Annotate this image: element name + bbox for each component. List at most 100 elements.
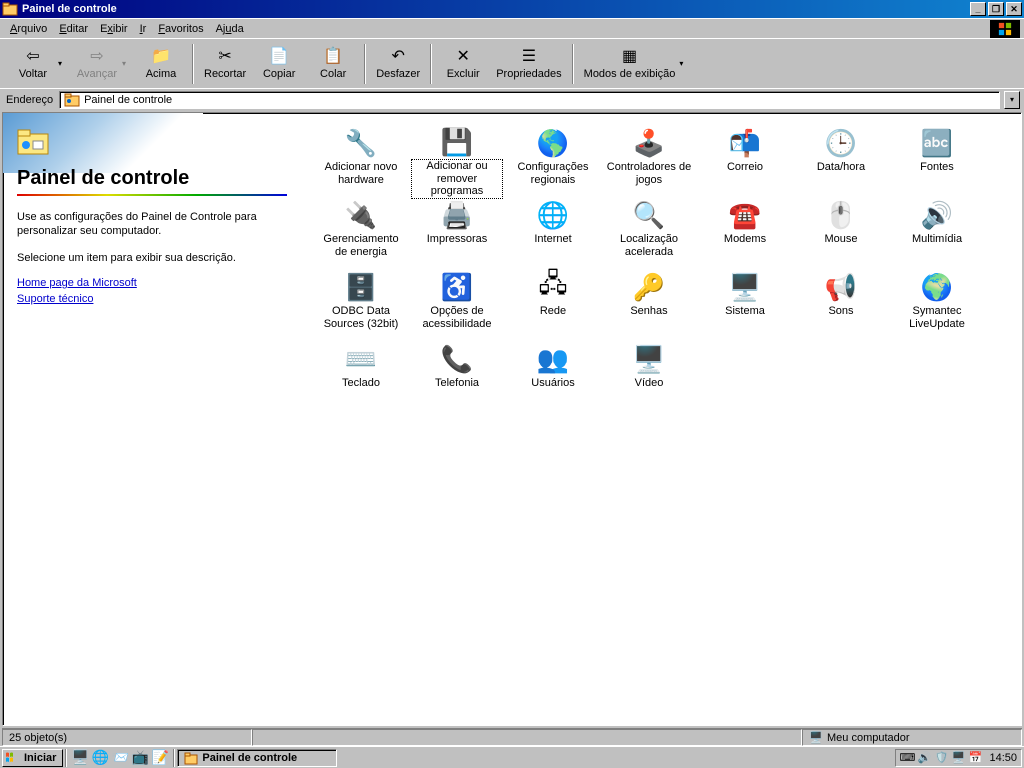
start-button[interactable]: Iniciar bbox=[2, 749, 63, 767]
close-button[interactable]: ✕ bbox=[1006, 2, 1022, 16]
views-icon: ▦ bbox=[620, 46, 640, 66]
cpl-item-label: Telefonia bbox=[435, 377, 479, 390]
cpl-item-label: Sons bbox=[828, 305, 853, 318]
toolbar-separator bbox=[572, 44, 574, 84]
cpl-item-sistema[interactable]: 🖥️Sistema bbox=[697, 267, 793, 339]
mouse-icon: 🖱️ bbox=[825, 199, 857, 231]
windows-logo-icon bbox=[990, 20, 1020, 38]
info-sidebar: Painel de controle Use as configurações … bbox=[3, 113, 303, 725]
cpl-item-symantec-liveupdate[interactable]: 🌍Symantec LiveUpdate bbox=[889, 267, 985, 339]
cpl-item-label: Controladores de jogos bbox=[604, 161, 694, 186]
copy-button[interactable]: 📄Copiar bbox=[252, 42, 306, 86]
back-dropdown[interactable]: ▾ bbox=[58, 59, 66, 68]
controladores-de-jogos-icon: 🕹️ bbox=[633, 127, 665, 159]
cpl-item-telefonia[interactable]: 📞Telefonia bbox=[409, 339, 505, 411]
tray-antivirus-icon[interactable]: 🛡️ bbox=[934, 751, 948, 765]
fontes-icon: 🔤 bbox=[921, 127, 953, 159]
ql-desktop-icon[interactable]: 🖥️ bbox=[71, 749, 89, 767]
tray-keyboard-icon[interactable]: ⌨ bbox=[900, 751, 914, 765]
address-dropdown[interactable]: ▾ bbox=[1004, 91, 1020, 109]
cpl-item-controladores-de-jogos[interactable]: 🕹️Controladores de jogos bbox=[601, 123, 697, 195]
link-technical-support[interactable]: Suporte técnico bbox=[17, 293, 289, 305]
cpl-item-label: Modems bbox=[724, 233, 766, 246]
cpl-item-fontes[interactable]: 🔤Fontes bbox=[889, 123, 985, 195]
maximize-button[interactable]: ❐ bbox=[988, 2, 1004, 16]
paste-button[interactable]: 📋Colar bbox=[306, 42, 360, 86]
cpl-item-label: Adicionar novo hardware bbox=[316, 161, 406, 186]
menu-favoritos[interactable]: Favoritos bbox=[152, 21, 209, 37]
delete-button[interactable]: ✕Excluir bbox=[436, 42, 490, 86]
window-icon bbox=[2, 1, 18, 17]
taskbar-app-button[interactable]: Painel de controle bbox=[177, 749, 337, 767]
main-content: Painel de controle Use as configurações … bbox=[2, 112, 1022, 726]
toolbar: ⇦Voltar ▾ ⇨Avançar ▾ 📁Acima ✂Recortar 📄C… bbox=[0, 38, 1024, 88]
cpl-item-label: Correio bbox=[727, 161, 763, 174]
cpl-item-odbc-data-sources[interactable]: 🗄️ODBC Data Sources (32bit) bbox=[313, 267, 409, 339]
views-dropdown[interactable]: ▾ bbox=[679, 59, 687, 68]
scissors-icon: ✂ bbox=[215, 46, 235, 66]
cpl-item-label: Usuários bbox=[531, 377, 574, 390]
tray-scheduler-icon[interactable]: 📅 bbox=[968, 751, 982, 765]
cpl-item-localizacao-acelerada[interactable]: 🔍Localização acelerada bbox=[601, 195, 697, 267]
status-bar: 25 objeto(s) 🖥️ Meu computador bbox=[2, 728, 1022, 746]
cpl-item-rede[interactable]: 🖧Rede bbox=[505, 267, 601, 339]
back-arrow-icon: ⇦ bbox=[23, 46, 43, 66]
cpl-item-video[interactable]: 🖥️Vídeo bbox=[601, 339, 697, 411]
properties-button[interactable]: ☰Propriedades bbox=[490, 42, 567, 86]
menu-editar[interactable]: Editar bbox=[53, 21, 94, 37]
tray-volume-icon[interactable]: 🔊 bbox=[917, 751, 931, 765]
control-panel-large-icon bbox=[17, 127, 49, 159]
forward-button: ⇨Avançar bbox=[70, 42, 124, 86]
cpl-item-usuarios[interactable]: 👥 Usuários bbox=[505, 339, 601, 411]
cpl-item-modems[interactable]: ☎️Modems bbox=[697, 195, 793, 267]
views-button[interactable]: ▦Modos de exibição bbox=[578, 42, 682, 86]
cpl-item-opcoes-de-acessibilidade[interactable]: ♿Opções de acessibilidade bbox=[409, 267, 505, 339]
ql-ie-icon[interactable]: 🌐 bbox=[91, 749, 109, 767]
cpl-item-label: Sistema bbox=[725, 305, 765, 318]
cpl-item-data-hora[interactable]: 🕒 Data/hora bbox=[793, 123, 889, 195]
cpl-item-multimidia[interactable]: 🔊Multimídia bbox=[889, 195, 985, 267]
minimize-button[interactable]: _ bbox=[970, 2, 986, 16]
cpl-item-gerenciamento-de-energia[interactable]: 🔌Gerenciamento de energia bbox=[313, 195, 409, 267]
menu-arquivo[interactable]: Arquivo bbox=[4, 21, 53, 37]
cpl-item-adicionar-novo-hardware[interactable]: 🔧Adicionar novo hardware bbox=[313, 123, 409, 195]
cpl-item-label: Gerenciamento de energia bbox=[316, 233, 406, 258]
cpl-item-label: Impressoras bbox=[427, 233, 488, 246]
menu-ajuda[interactable]: Ajuda bbox=[210, 21, 250, 37]
cpl-item-configuracoes-regionais[interactable]: 🌎Configurações regionais bbox=[505, 123, 601, 195]
cpl-item-mouse[interactable]: 🖱️Mouse bbox=[793, 195, 889, 267]
tray-clock[interactable]: 14:50 bbox=[989, 752, 1017, 764]
cpl-item-label: ODBC Data Sources (32bit) bbox=[316, 305, 406, 330]
ql-word-icon[interactable]: 📝 bbox=[151, 749, 169, 767]
data-hora-icon: 🕒 bbox=[825, 127, 857, 159]
address-field[interactable]: Painel de controle bbox=[59, 91, 1000, 109]
cpl-item-label: Symantec LiveUpdate bbox=[892, 305, 982, 330]
cpl-item-impressoras[interactable]: 🖨️Impressoras bbox=[409, 195, 505, 267]
up-button[interactable]: 📁Acima bbox=[134, 42, 188, 86]
ql-channels-icon[interactable]: 📺 bbox=[131, 749, 149, 767]
cut-button[interactable]: ✂Recortar bbox=[198, 42, 252, 86]
cpl-item-senhas[interactable]: 🔑Senhas bbox=[601, 267, 697, 339]
back-button[interactable]: ⇦Voltar bbox=[6, 42, 60, 86]
adicionar-remover-programas-icon: 💾 bbox=[441, 127, 473, 158]
cpl-item-teclado[interactable]: ⌨️Teclado bbox=[313, 339, 409, 411]
undo-button[interactable]: ↶Desfazer bbox=[370, 42, 426, 86]
cpl-item-internet[interactable]: 🌐Internet bbox=[505, 195, 601, 267]
ql-outlook-icon[interactable]: 📨 bbox=[111, 749, 129, 767]
menu-exibir[interactable]: Exibir bbox=[94, 21, 134, 37]
cpl-item-correio[interactable]: 📬Correio bbox=[697, 123, 793, 195]
menu-ir[interactable]: Ir bbox=[134, 21, 153, 37]
link-microsoft-homepage[interactable]: Home page da Microsoft bbox=[17, 277, 289, 289]
cpl-item-label: Data/hora bbox=[817, 161, 865, 174]
windows-flag-icon bbox=[5, 751, 21, 765]
opcoes-de-acessibilidade-icon: ♿ bbox=[441, 271, 473, 303]
cpl-item-sons[interactable]: 📢 Sons bbox=[793, 267, 889, 339]
cpl-item-label: Vídeo bbox=[635, 377, 664, 390]
sons-icon: 📢 bbox=[825, 271, 857, 303]
usuarios-icon: 👥 bbox=[537, 343, 569, 375]
start-label: Iniciar bbox=[24, 752, 56, 764]
status-object-count: 25 objeto(s) bbox=[2, 729, 252, 746]
cpl-item-adicionar-remover-programas[interactable]: 💾Adicionar ou remover programas bbox=[409, 123, 505, 195]
tray-display-icon[interactable]: 🖥️ bbox=[951, 751, 965, 765]
address-label: Endereço bbox=[4, 94, 55, 106]
